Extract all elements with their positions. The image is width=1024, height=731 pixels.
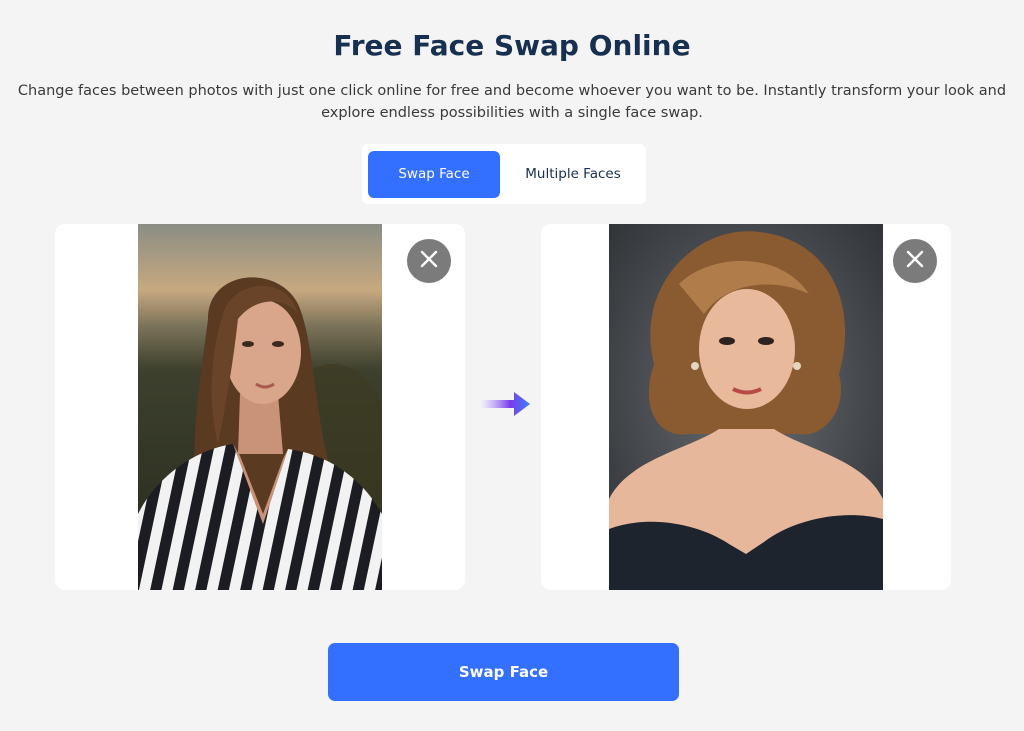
- source-image-card[interactable]: [55, 224, 465, 590]
- close-icon: [420, 250, 438, 272]
- close-icon: [906, 250, 924, 272]
- page-title: Free Face Swap Online: [333, 29, 691, 62]
- page-subtitle: Change faces between photos with just on…: [17, 83, 1007, 121]
- mode-tabs: Swap Face Multiple Faces: [362, 144, 646, 204]
- page: Free Face Swap Online Change faces betwe…: [0, 0, 1024, 731]
- source-photo: [138, 224, 382, 590]
- swap-face-button[interactable]: Swap Face: [328, 643, 679, 701]
- target-photo: [609, 224, 883, 590]
- tab-swap-face[interactable]: Swap Face: [368, 151, 500, 198]
- tab-multiple-faces[interactable]: Multiple Faces: [507, 151, 639, 198]
- target-image-card[interactable]: [541, 224, 951, 590]
- arrow-right-icon: [478, 388, 534, 420]
- remove-target-button[interactable]: [893, 239, 937, 283]
- remove-source-button[interactable]: [407, 239, 451, 283]
